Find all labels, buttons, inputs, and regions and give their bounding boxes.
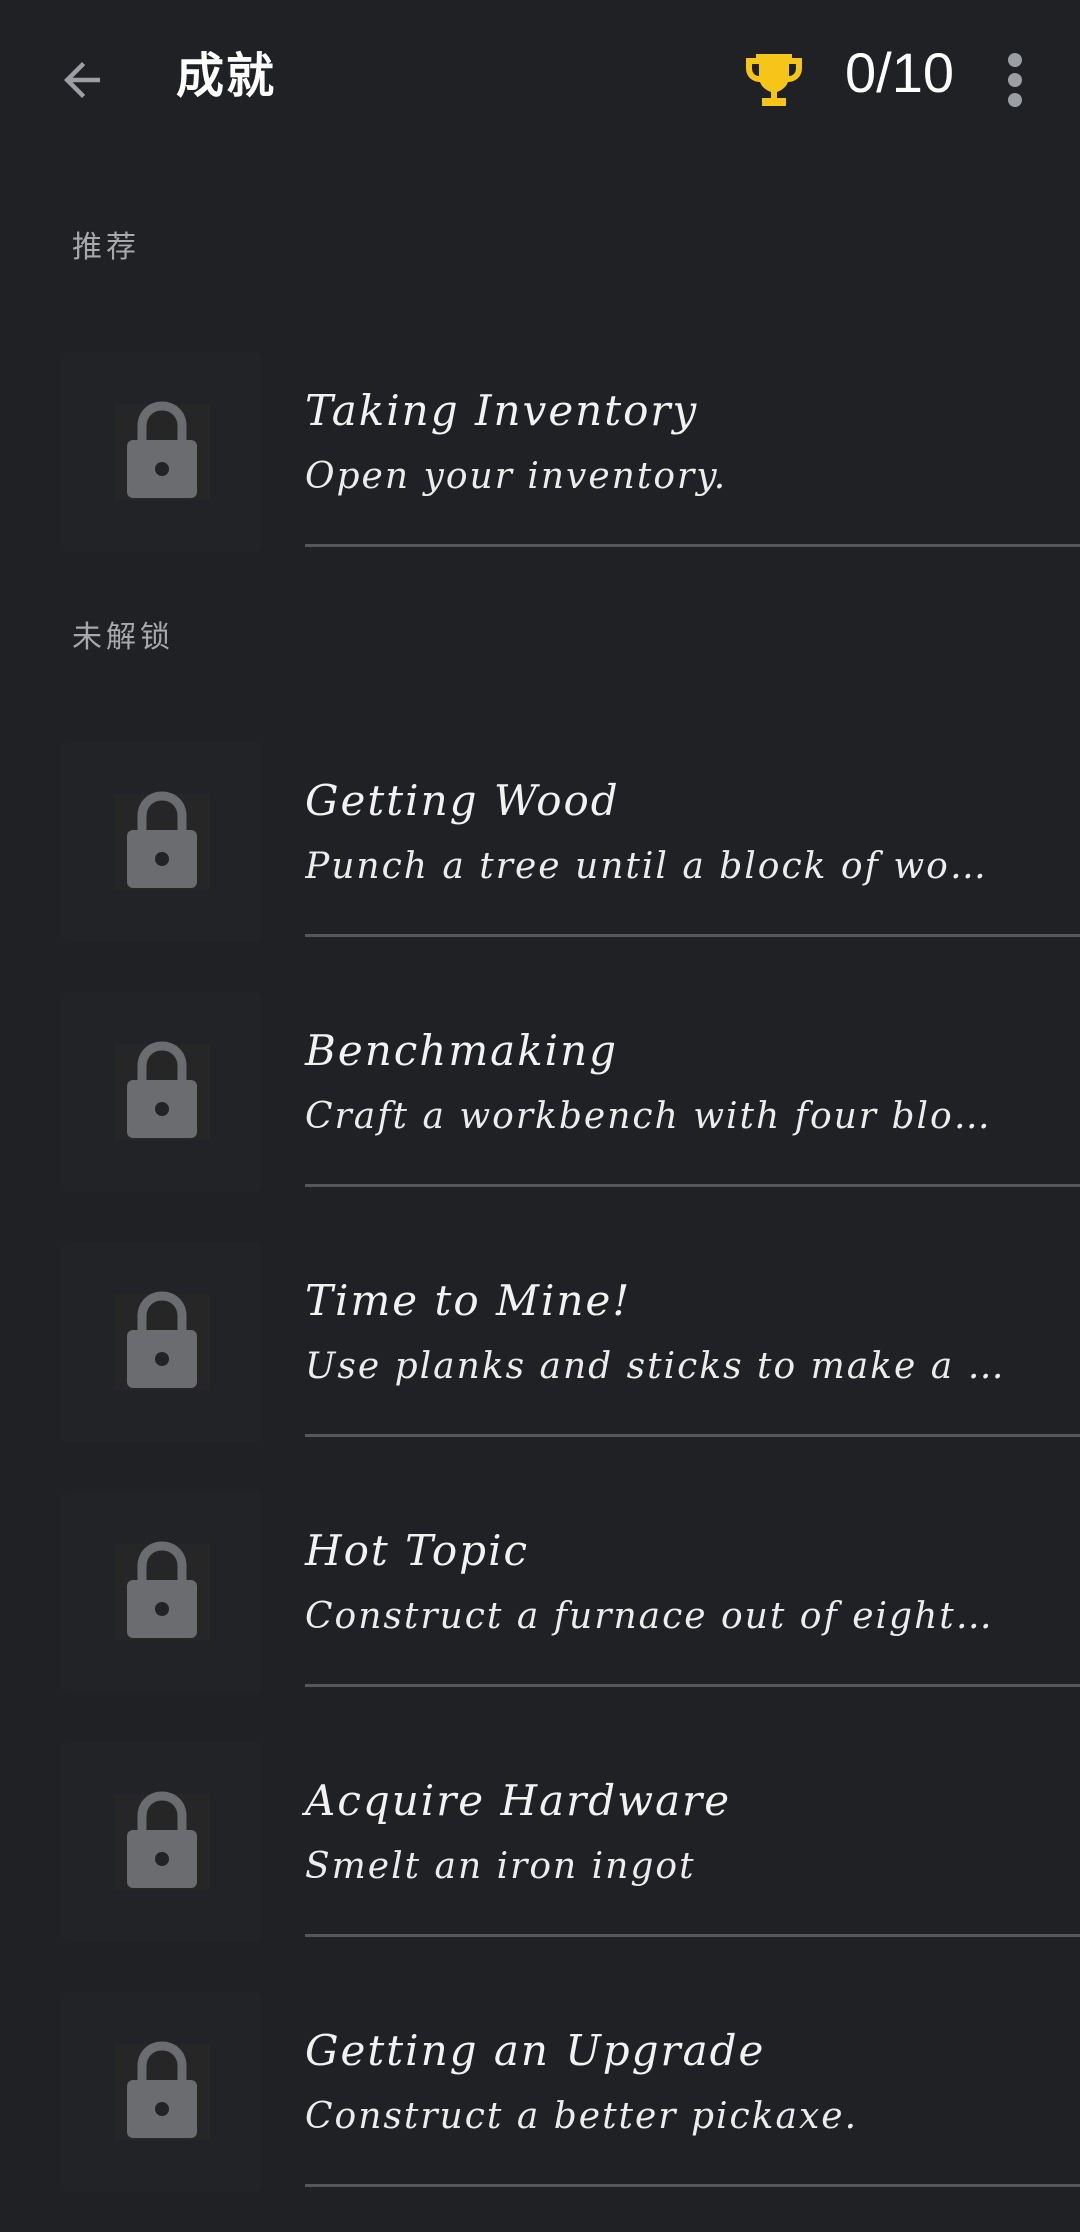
- more-options-button[interactable]: [990, 45, 1040, 115]
- achievement-row[interactable]: Getting an Upgrade Construct a better pi…: [0, 1982, 1080, 2232]
- achievement-row[interactable]: Hot Topic Construct a furnace out of eig…: [0, 1482, 1080, 1732]
- arrow-left-icon: [64, 62, 100, 98]
- divider: [305, 1434, 1080, 1437]
- divider: [305, 1184, 1080, 1187]
- achievement-thumbnail: [62, 1242, 262, 1442]
- achievement-description: Use planks and sticks to make a pic…: [305, 1346, 1005, 1387]
- achievement-description: Craft a workbench with four blocks …: [305, 1096, 1005, 1137]
- achievement-title: Benchmaking: [305, 1026, 619, 1075]
- lock-icon: [127, 1041, 197, 1138]
- achievement-description: Construct a better pickaxe.: [305, 2096, 859, 2137]
- divider: [305, 544, 1080, 547]
- achievement-title: Hot Topic: [305, 1526, 530, 1575]
- divider: [305, 1684, 1080, 1687]
- app-bar: 成就 0/10: [0, 0, 1080, 155]
- achievement-description: Open your inventory.: [305, 456, 728, 497]
- page-title: 成就: [176, 48, 277, 104]
- lock-icon: [127, 2041, 197, 2138]
- achievement-thumbnail: [62, 1992, 262, 2192]
- lock-icon: [127, 1791, 197, 1888]
- achievement-row[interactable]: Benchmaking Craft a workbench with four …: [0, 982, 1080, 1232]
- achievement-title: Getting Wood: [305, 776, 620, 825]
- section-header-locked: 未解锁: [72, 620, 174, 655]
- achievement-row[interactable]: Getting Wood Punch a tree until a block …: [0, 732, 1080, 982]
- achievement-title: Time to Mine!: [305, 1276, 632, 1325]
- achievement-description: Punch a tree until a block of wood p…: [305, 846, 1005, 887]
- achievement-count: 0/10: [845, 41, 954, 104]
- achievement-thumbnail: [62, 352, 262, 552]
- achievement-title: Taking Inventory: [305, 386, 699, 435]
- achievement-row[interactable]: Acquire Hardware Smelt an iron ingot: [0, 1732, 1080, 1982]
- achievement-description: Construct a furnace out of eight cob…: [305, 1596, 1005, 1637]
- divider: [305, 1934, 1080, 1937]
- achievement-description: Smelt an iron ingot: [305, 1846, 696, 1887]
- achievement-thumbnail: [62, 992, 262, 1192]
- achievement-title: Acquire Hardware: [305, 1776, 732, 1825]
- lock-icon: [127, 1541, 197, 1638]
- trophy-icon: [746, 54, 802, 106]
- divider: [305, 934, 1080, 937]
- achievement-thumbnail: [62, 742, 262, 942]
- section-header-recommended: 推荐: [72, 230, 140, 265]
- back-button[interactable]: [40, 38, 124, 122]
- divider: [305, 2184, 1080, 2187]
- lock-icon: [127, 791, 197, 888]
- achievement-thumbnail: [62, 1742, 262, 1942]
- lock-icon: [127, 401, 197, 498]
- achievement-thumbnail: [62, 1492, 262, 1692]
- achievement-row[interactable]: Time to Mine! Use planks and sticks to m…: [0, 1232, 1080, 1482]
- more-vert-icon: [1008, 53, 1022, 67]
- lock-icon: [127, 1291, 197, 1388]
- achievement-title: Getting an Upgrade: [305, 2026, 766, 2075]
- achievement-row[interactable]: Taking Inventory Open your inventory.: [0, 342, 1080, 592]
